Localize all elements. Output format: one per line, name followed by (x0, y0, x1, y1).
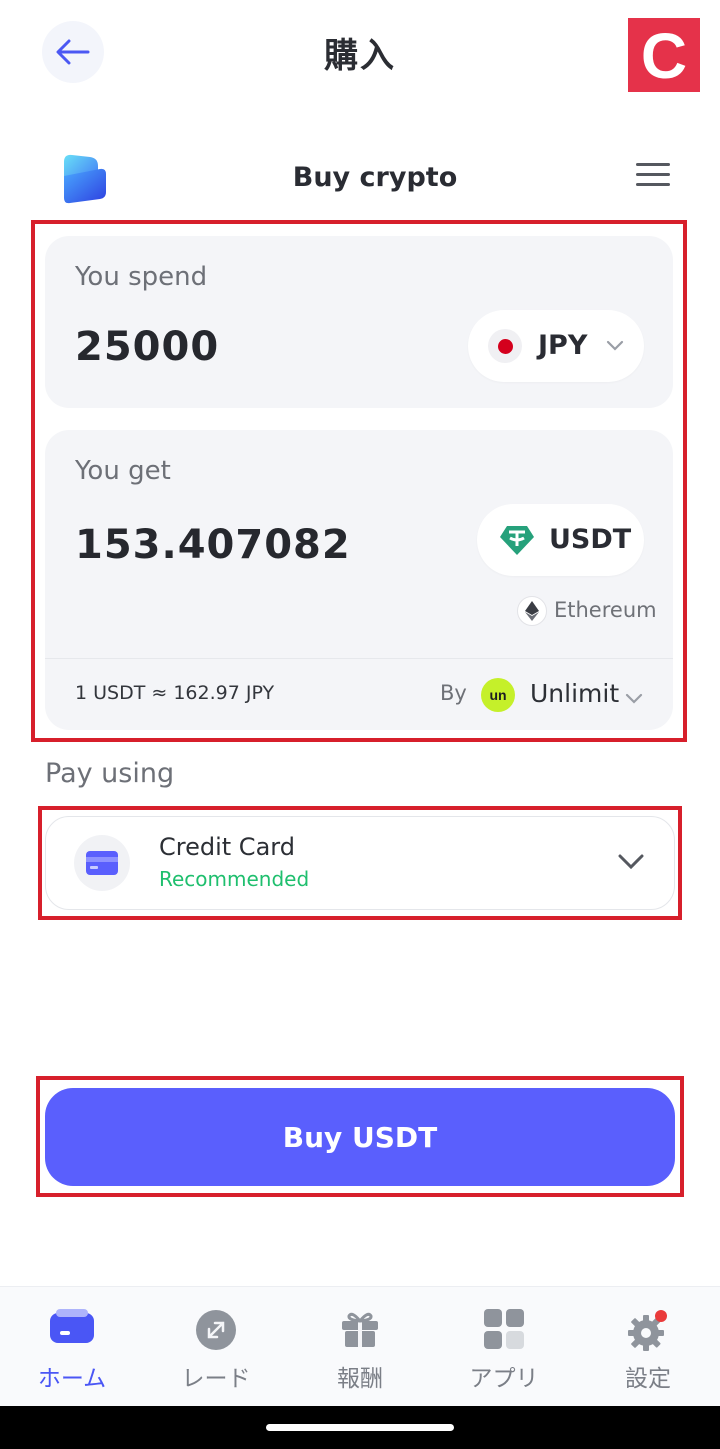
provider-name: Unlimit (530, 679, 620, 708)
nav-item-settings[interactable]: 設定 (576, 1287, 720, 1407)
spend-currency-selector[interactable]: JPY (468, 310, 644, 382)
network-label: Ethereum (554, 598, 657, 622)
network-badge: Ethereum (517, 596, 677, 628)
nav-label-home: ホーム (37, 1366, 107, 1392)
page-title: 購入 (324, 36, 396, 76)
widget-title: Buy crypto (292, 162, 458, 193)
gift-icon (342, 1312, 378, 1347)
brand-logo-icon: C (641, 24, 687, 86)
get-card: You get 153.407082 USDT Ethereum 1 USDT … (45, 430, 673, 730)
nav-item-home[interactable]: ホーム (0, 1287, 144, 1407)
unlimit-logo-icon: un (481, 678, 515, 712)
payment-method-title: Credit Card (159, 833, 295, 861)
recommended-tag: Recommended (159, 867, 310, 891)
trade-icon (196, 1310, 236, 1350)
bottom-navigation: ホーム レード 報酬 アプリ 設定 (0, 1286, 720, 1406)
buy-crypto-screen: 購入 C Buy crypto You spend 25000 JPY You … (0, 0, 720, 1449)
notification-dot (655, 1310, 667, 1322)
provider-by-label: By (440, 681, 467, 705)
brand-badge: C (628, 18, 700, 92)
nav-label-apps: アプリ (469, 1366, 539, 1392)
tether-icon (500, 526, 534, 555)
nav-label-settings: 設定 (625, 1366, 671, 1392)
provider-selector[interactable]: By un Unlimit (440, 675, 655, 715)
buy-usdt-button[interactable]: Buy USDT (45, 1088, 675, 1186)
spend-card: You spend 25000 JPY (45, 236, 673, 408)
credit-card-icon (74, 835, 130, 891)
hamburger-menu-icon[interactable] (636, 163, 670, 187)
spend-amount-input[interactable]: 25000 (75, 324, 219, 370)
get-currency-selector[interactable]: USDT (477, 504, 644, 576)
wallet-icon (50, 1309, 94, 1343)
home-indicator[interactable] (266, 1424, 454, 1431)
nav-item-rewards[interactable]: 報酬 (288, 1287, 432, 1407)
spend-label: You spend (75, 262, 208, 292)
get-amount: 153.407082 (75, 522, 351, 568)
get-currency-label: USDT (549, 524, 632, 555)
payment-method-selector[interactable]: Credit Card Recommended (45, 816, 675, 910)
exchange-rate: 1 USDT ≈ 162.97 JPY (75, 682, 275, 704)
nav-item-apps[interactable]: アプリ (432, 1287, 576, 1407)
apps-grid-icon (484, 1309, 524, 1349)
svg-text:C: C (641, 24, 687, 86)
spend-currency-label: JPY (538, 330, 588, 361)
chevron-down-icon (625, 693, 643, 704)
pay-using-label: Pay using (45, 758, 175, 789)
gear-icon (628, 1310, 667, 1351)
nav-label-trade: レード (181, 1366, 251, 1392)
chevron-down-icon (606, 340, 624, 351)
chevron-down-icon (618, 854, 644, 870)
japan-flag-icon (488, 329, 522, 363)
nav-item-trade[interactable]: レード (144, 1287, 288, 1407)
ethereum-icon (517, 596, 547, 626)
get-label: You get (75, 456, 171, 486)
card-divider (45, 658, 673, 659)
nav-label-rewards: 報酬 (337, 1366, 383, 1392)
